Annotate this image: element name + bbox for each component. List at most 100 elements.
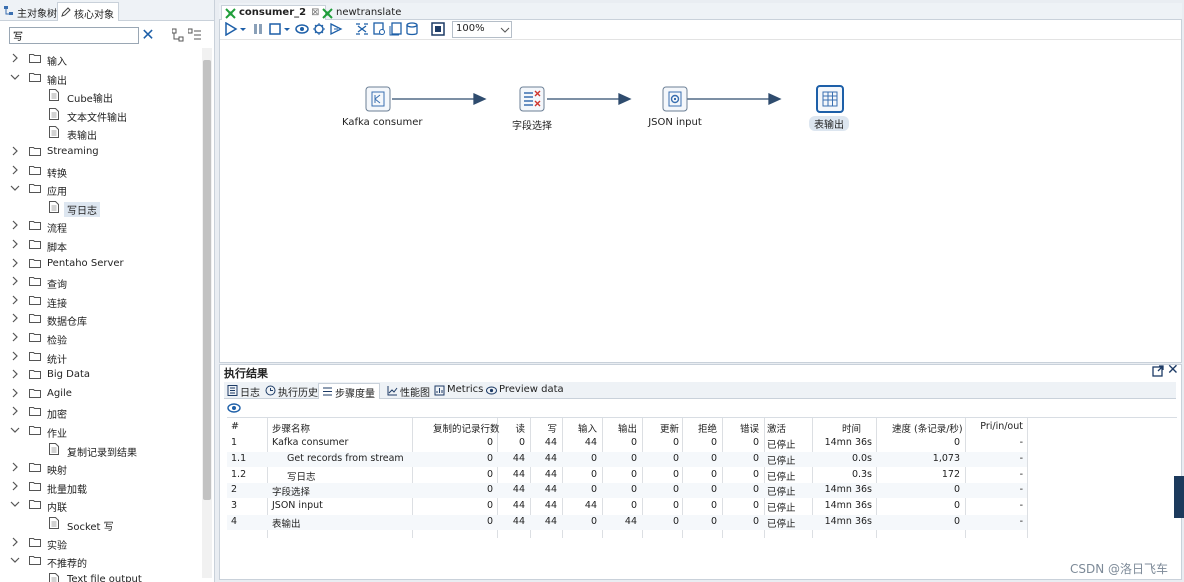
tree-folder[interactable]: 脚本	[0, 236, 200, 254]
tree-step[interactable]: 文本文件输出	[0, 106, 200, 124]
chevron-right-icon[interactable]	[10, 537, 20, 547]
tree-folder[interactable]: 流程	[0, 217, 200, 235]
tab-core-objects[interactable]: 核心对象	[57, 2, 119, 21]
run-dropdown-icon[interactable]	[239, 22, 247, 36]
tab-metrics[interactable]: Metrics	[431, 383, 487, 399]
tree-label: 输出	[47, 75, 67, 87]
tree-folder[interactable]: 查询	[0, 273, 200, 291]
chevron-right-icon[interactable]	[10, 146, 20, 156]
search-input[interactable]	[9, 27, 139, 44]
chevron-down-icon[interactable]	[10, 72, 20, 82]
expand-all-icon[interactable]	[172, 28, 184, 42]
tab-step-metrics[interactable]: 步骤度量	[318, 383, 380, 400]
tab-execution-history[interactable]: 执行历史	[262, 383, 322, 399]
eye-icon[interactable]	[227, 402, 241, 414]
tree-folder[interactable]: Big Data	[0, 366, 200, 384]
tab-main-object-tree[interactable]: 主对象树	[1, 2, 61, 21]
debug-icon[interactable]	[312, 22, 326, 36]
show-results-icon[interactable]	[431, 22, 445, 36]
chevron-right-icon[interactable]	[10, 295, 20, 305]
folder-icon	[29, 221, 41, 231]
tree-folder[interactable]: 内联	[0, 496, 200, 514]
chevron-right-icon[interactable]	[10, 388, 20, 398]
chevron-down-icon[interactable]	[10, 555, 20, 565]
tree-folder[interactable]: Agile	[0, 385, 200, 403]
column-header[interactable]: #	[231, 421, 239, 432]
chevron-right-icon[interactable]	[10, 332, 20, 342]
chevron-down-icon[interactable]	[10, 183, 20, 193]
tree-folder[interactable]: 检验	[0, 329, 200, 347]
tree-folder[interactable]: 不推荐的	[0, 552, 200, 570]
column-header[interactable]: 时间	[842, 421, 861, 435]
clear-search-icon[interactable]: ✕	[141, 26, 155, 44]
tree-step[interactable]: 复制记录到结果	[0, 441, 200, 459]
column-header[interactable]: 激活	[767, 421, 786, 435]
chevron-down-icon[interactable]	[10, 425, 20, 435]
tree-folder[interactable]: 批量加载	[0, 478, 200, 496]
tree-folder[interactable]: Pentaho Server	[0, 255, 200, 273]
collapse-all-icon[interactable]	[188, 28, 202, 42]
run-icon[interactable]	[224, 22, 238, 36]
replay-icon[interactable]	[329, 22, 343, 36]
stop-icon[interactable]	[268, 22, 282, 36]
impact-icon[interactable]	[372, 22, 386, 36]
chevron-right-icon[interactable]	[10, 351, 20, 361]
tab-log[interactable]: 日志	[224, 383, 264, 399]
chevron-right-icon[interactable]	[10, 53, 20, 63]
chevron-right-icon[interactable]	[10, 406, 20, 416]
tree-folder[interactable]: 输入	[0, 50, 200, 68]
side-panel-handle[interactable]	[1174, 476, 1184, 518]
tree-folder[interactable]: 统计	[0, 348, 200, 366]
tree-folder[interactable]: 输出	[0, 69, 200, 87]
chevron-right-icon[interactable]	[10, 220, 20, 230]
tree-step[interactable]: 写日志	[0, 199, 200, 217]
chevron-down-icon[interactable]	[500, 25, 510, 35]
chevron-down-icon[interactable]	[10, 499, 20, 509]
tree-folder[interactable]: 作业	[0, 422, 200, 440]
chevron-right-icon[interactable]	[10, 165, 20, 175]
stop-dropdown-icon[interactable]	[283, 22, 291, 36]
verify-icon[interactable]	[355, 22, 369, 36]
tab-preview-data[interactable]: Preview data	[483, 383, 568, 399]
column-header[interactable]: Pri/in/out	[963, 421, 1023, 432]
tree-folder[interactable]: 加密	[0, 403, 200, 421]
column-header[interactable]: 步骤名称	[272, 421, 310, 435]
tree-folder[interactable]: 数据仓库	[0, 310, 200, 328]
kafka-consumer-icon[interactable]	[365, 86, 391, 112]
tab-newtranslate[interactable]: newtranslate	[319, 6, 407, 21]
preview-icon[interactable]	[295, 22, 309, 36]
column-header[interactable]: 速度 (条记录/秒)	[892, 421, 963, 435]
tree-folder[interactable]: 实验	[0, 534, 200, 552]
pause-icon[interactable]	[251, 22, 265, 36]
column-header[interactable]: 错误	[699, 421, 759, 435]
column-separator[interactable]	[1027, 418, 1028, 538]
chevron-right-icon[interactable]	[10, 276, 20, 286]
json-input-icon[interactable]	[662, 86, 688, 112]
sql-icon[interactable]	[389, 22, 403, 36]
tree-folder[interactable]: 转换	[0, 162, 200, 180]
maximize-panel-icon[interactable]	[1152, 365, 1164, 377]
tree-scrollbar-thumb[interactable]	[203, 60, 211, 500]
close-panel-icon[interactable]: ✕	[1167, 363, 1179, 377]
tab-performance-chart[interactable]: 性能图	[384, 383, 434, 399]
tab-label: newtranslate	[336, 7, 402, 18]
tree-folder[interactable]: 映射	[0, 459, 200, 477]
chevron-right-icon[interactable]	[10, 313, 20, 323]
tree-folder[interactable]: 连接	[0, 292, 200, 310]
tree-step[interactable]: Cube输出	[0, 87, 200, 105]
chevron-right-icon[interactable]	[10, 258, 20, 268]
tree-folder[interactable]: 应用	[0, 180, 200, 198]
select-values-icon[interactable]	[519, 86, 545, 112]
tree-step[interactable]: 表输出	[0, 124, 200, 142]
chevron-right-icon[interactable]	[10, 462, 20, 472]
chevron-right-icon[interactable]	[10, 239, 20, 249]
transformation-canvas[interactable]: Kafka consumer 字段选择 JSON input 表输出	[220, 41, 1181, 351]
database-explore-icon[interactable]	[406, 22, 420, 36]
tree-step[interactable]: Socket 写	[0, 515, 200, 533]
tree-folder[interactable]: Streaming	[0, 143, 200, 161]
table-output-icon[interactable]	[816, 85, 844, 113]
chevron-right-icon[interactable]	[10, 481, 20, 491]
chevron-right-icon[interactable]	[10, 369, 20, 379]
tab-consumer-2[interactable]: consumer_2 ⊠	[221, 5, 327, 21]
tree-step[interactable]: Text file output	[0, 571, 200, 582]
